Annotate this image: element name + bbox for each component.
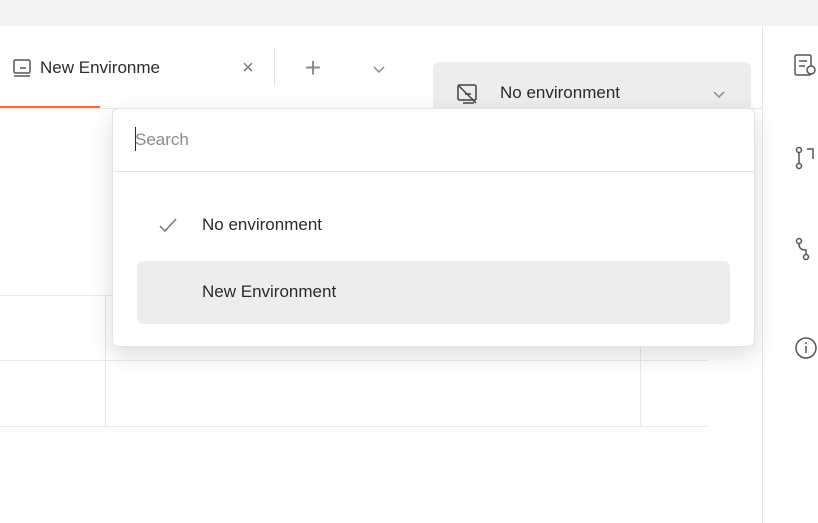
dropdown-search-area — [113, 109, 754, 172]
add-tab-button[interactable]: + — [298, 54, 328, 84]
no-environment-icon — [455, 82, 479, 106]
tab-divider — [274, 48, 275, 86]
table-column-divider — [640, 340, 641, 426]
active-tab-indicator — [0, 106, 100, 108]
table-line — [0, 360, 708, 361]
table-line — [0, 295, 112, 296]
chevron-down-icon — [709, 84, 729, 104]
table-column-divider — [105, 295, 106, 426]
table-line — [0, 426, 708, 427]
search-input[interactable] — [135, 126, 725, 154]
environment-dropdown: No environment New Environment — [112, 108, 755, 347]
option-label: New Environment — [202, 282, 337, 301]
environment-selector-label: No environment — [500, 83, 621, 102]
pull-request-icon[interactable] — [793, 145, 818, 171]
tab-label: New Environme — [40, 58, 160, 77]
option-label: No environment — [202, 215, 323, 234]
text-caret — [135, 127, 136, 151]
right-sidebar-divider — [762, 26, 763, 523]
chevron-down-icon[interactable] — [368, 58, 390, 80]
tab-new-environment[interactable]: New Environme × — [0, 26, 274, 108]
fork-icon[interactable] — [793, 236, 818, 262]
environment-quick-look-icon[interactable] — [793, 52, 818, 78]
option-no-environment[interactable]: No environment — [137, 194, 730, 257]
info-icon[interactable] — [793, 335, 818, 361]
environment-icon — [12, 58, 32, 78]
app-window: New Environme × + No environment Search … — [0, 0, 818, 523]
tab-bar: New Environme × + No environment — [0, 26, 762, 125]
top-strip — [0, 0, 818, 26]
close-tab-icon[interactable]: × — [236, 56, 260, 80]
check-icon — [157, 214, 179, 236]
option-new-environment[interactable]: New Environment — [137, 261, 730, 324]
